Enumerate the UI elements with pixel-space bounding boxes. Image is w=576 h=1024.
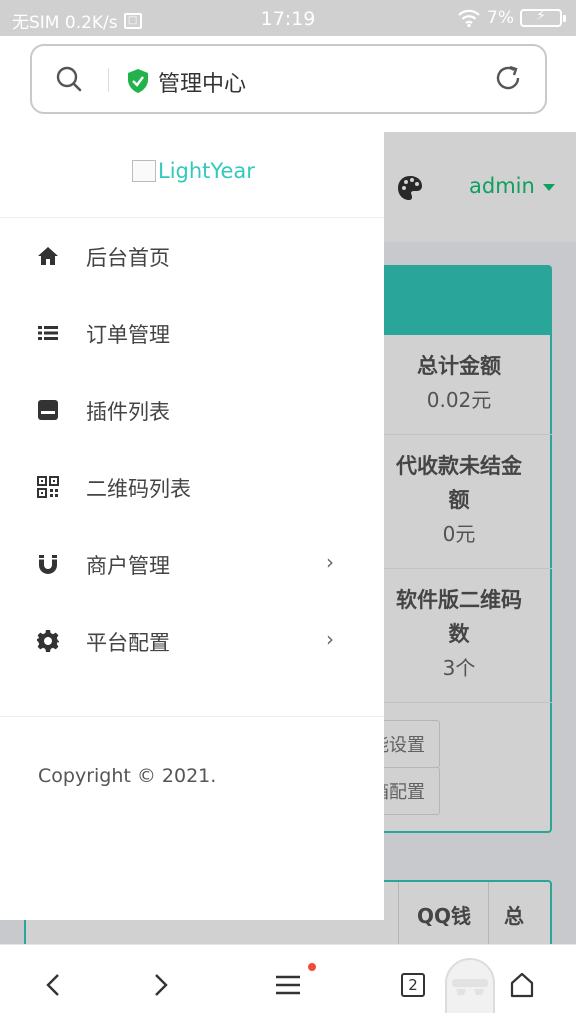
sidebar-item-orders[interactable]: 订单管理 (0, 295, 384, 372)
status-right: 7% ⚡ (457, 8, 566, 28)
sidebar-item-label: 订单管理 (86, 323, 170, 347)
sidebar-item-platform-config[interactable]: 平台配置 › (0, 603, 384, 680)
browser-bar: 管理中心 (0, 36, 576, 132)
home-icon (38, 247, 58, 265)
home-outline-icon[interactable] (506, 969, 538, 1001)
qrcode-icon (37, 476, 59, 498)
plugin-icon (38, 400, 58, 420)
sidebar-item-merchants[interactable]: 商户管理 › (0, 526, 384, 603)
sidebar-item-home[interactable]: 后台首页 (0, 218, 384, 295)
sidebar-nav: 后台首页 订单管理 插件列表 二维码列表 商户管理 › 平台配置 › (0, 218, 384, 680)
sidebar-item-plugins[interactable]: 插件列表 (0, 372, 384, 449)
chevron-right-icon: › (326, 550, 334, 574)
sidebar-item-label: 商户管理 (86, 554, 170, 578)
gear-icon (37, 630, 59, 652)
menu-icon[interactable] (272, 969, 304, 1001)
status-bar: 无SIM 0.2K/s □ 17:19 7% ⚡ (0, 0, 576, 36)
tabs-button[interactable]: 2 (401, 973, 425, 997)
address-title[interactable]: 管理中心 (158, 66, 246, 98)
list-icon (38, 326, 58, 340)
search-icon[interactable] (54, 64, 84, 94)
address-bar[interactable]: 管理中心 (30, 44, 547, 114)
browser-toolbar: 2 (0, 944, 576, 1024)
reload-icon[interactable] (493, 63, 523, 93)
sidebar-item-label: 插件列表 (86, 400, 170, 424)
sidebar-item-label: 平台配置 (86, 631, 170, 655)
logo-image: LightYear (132, 159, 255, 183)
logo[interactable]: LightYear (0, 132, 384, 218)
wifi-icon (458, 9, 480, 27)
battery-percent: 7% (487, 8, 514, 28)
notification-dot (308, 963, 316, 971)
sidebar-item-label: 后台首页 (86, 246, 170, 270)
logo-alt-text: LightYear (158, 159, 255, 183)
sidebar-drawer: LightYear 后台首页 订单管理 插件列表 二维码列表 商户管理 › 平台… (0, 132, 384, 920)
back-icon[interactable] (38, 969, 70, 1001)
chevron-right-icon: › (326, 627, 334, 651)
copyright-text: Copyright © 2021. (38, 765, 217, 787)
battery-icon: ⚡ (520, 8, 566, 27)
broken-image-icon (132, 160, 156, 182)
ghost-mascot-icon (445, 958, 495, 1013)
sidebar-item-label: 二维码列表 (86, 477, 191, 501)
secure-shield-icon (128, 69, 148, 93)
sidebar-footer: Copyright © 2021. (0, 716, 384, 920)
forward-icon[interactable] (144, 969, 176, 1001)
magnet-icon (39, 555, 57, 574)
address-divider (108, 68, 109, 92)
sidebar-item-qrcodes[interactable]: 二维码列表 (0, 449, 384, 526)
